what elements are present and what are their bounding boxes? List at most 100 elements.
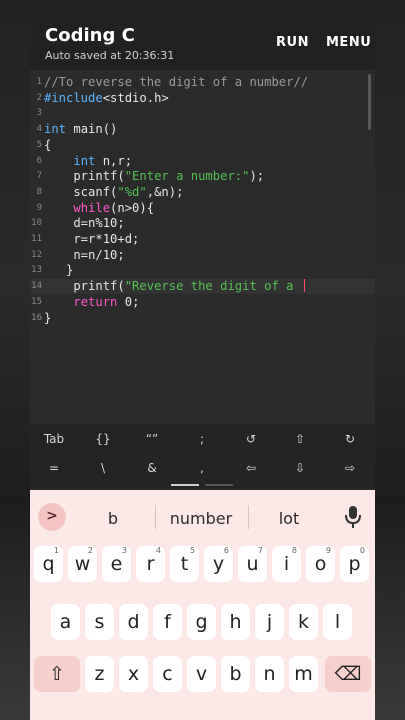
code-text: return 0;: [44, 295, 139, 310]
key-e[interactable]: e3: [102, 546, 131, 582]
symbol-key[interactable]: ↺: [227, 432, 275, 446]
symbol-key[interactable]: {}: [79, 432, 127, 446]
symbol-key[interactable]: ;: [178, 432, 226, 446]
code-line[interactable]: 15 return 0;: [30, 295, 375, 310]
line-number: 4: [36, 124, 42, 135]
key-d[interactable]: d: [119, 604, 148, 640]
line-number: 5: [36, 139, 42, 150]
key-m[interactable]: m: [289, 656, 318, 692]
code-token: "%d": [117, 184, 147, 199]
line-number: 14: [31, 281, 42, 292]
code-line[interactable]: 9 while(n>0){: [30, 201, 375, 216]
code-token: "Enter a number:": [124, 169, 250, 184]
key-hint: 7: [257, 546, 263, 555]
code-line[interactable]: 11 r=r*10+d;: [30, 232, 375, 247]
symbol-key[interactable]: ⇩: [276, 461, 324, 475]
code-line[interactable]: 1//To reverse the digit of a number//: [30, 75, 375, 90]
line-number: 13: [31, 265, 42, 276]
code-token: }: [44, 263, 74, 278]
key-j[interactable]: j: [255, 604, 284, 640]
code-token: #include: [44, 90, 103, 105]
suggestion-1[interactable]: b: [73, 509, 153, 528]
key-z[interactable]: z: [85, 656, 114, 692]
symbol-key[interactable]: Tab: [30, 432, 78, 446]
key-k[interactable]: k: [289, 604, 318, 640]
key-p[interactable]: p0: [340, 546, 369, 582]
run-button[interactable]: RUN: [276, 35, 309, 50]
symbol-key[interactable]: “”: [128, 432, 176, 446]
code-line[interactable]: 10 d=n%10;: [30, 216, 375, 231]
key-b[interactable]: b: [221, 656, 250, 692]
autosave-status: Auto saved at 20:36:31: [45, 49, 175, 62]
soft-keyboard: > b number lot q1w2e3r4t5y6u7i8o9p0 asdfg…: [30, 490, 375, 720]
key-r[interactable]: r4: [136, 546, 165, 582]
key-h[interactable]: h: [221, 604, 250, 640]
suggestion-3[interactable]: lot: [249, 509, 329, 528]
microphone-icon[interactable]: [345, 505, 361, 529]
code-token: int: [73, 153, 96, 168]
symbol-key[interactable]: ,: [178, 461, 226, 475]
symbol-key[interactable]: \: [79, 461, 127, 475]
line-number: 2: [36, 92, 42, 103]
key-v[interactable]: v: [187, 656, 216, 692]
line-number: 16: [31, 312, 42, 323]
key-a[interactable]: a: [51, 604, 80, 640]
key-c[interactable]: c: [153, 656, 182, 692]
code-line[interactable]: 3: [30, 106, 375, 121]
symbol-key[interactable]: &: [128, 461, 176, 475]
code-line[interactable]: 16}: [30, 311, 375, 326]
code-token: }: [44, 310, 52, 325]
code-line[interactable]: 7 printf("Enter a number:");: [30, 169, 375, 184]
key-l[interactable]: l: [323, 604, 352, 640]
symbol-bar: Tab{} “”; ↺ ⇧ ↻ = \ &, ⇦ ⇩ ⇨: [30, 424, 375, 488]
key-s[interactable]: s: [85, 604, 114, 640]
code-line[interactable]: 2 #include<stdio.h>: [30, 91, 375, 106]
key-f[interactable]: f: [153, 604, 182, 640]
code-line[interactable]: 4 int main(): [30, 122, 375, 137]
code-line[interactable]: 13 }: [30, 263, 375, 278]
shift-key[interactable]: ⇧: [34, 656, 80, 692]
key-hint: 1: [53, 546, 59, 555]
key-y[interactable]: y6: [204, 546, 233, 582]
symbol-key[interactable]: ⇨: [326, 461, 374, 475]
line-number: 7: [36, 171, 42, 182]
symbol-key[interactable]: ⇦: [227, 461, 275, 475]
key-u[interactable]: u7: [238, 546, 267, 582]
key-t[interactable]: t5: [170, 546, 199, 582]
code-token: n,r;: [95, 153, 133, 168]
expand-toolbar-icon[interactable]: >: [38, 503, 66, 531]
code-line[interactable]: 6 int n,r;: [30, 154, 375, 169]
key-q[interactable]: q1: [34, 546, 63, 582]
suggestion-2[interactable]: number: [161, 509, 241, 528]
symbol-key[interactable]: ↻: [326, 432, 374, 446]
code-text: {: [44, 138, 51, 153]
symbol-key[interactable]: ⇧: [276, 432, 324, 446]
symbol-key[interactable]: =: [30, 461, 78, 475]
code-token: printf(: [44, 279, 125, 294]
key-x[interactable]: x: [119, 656, 148, 692]
key-o[interactable]: o9: [306, 546, 335, 582]
code-text: scanf("%d",&n);: [44, 185, 183, 200]
code-text: printf("Enter a number:");: [44, 169, 264, 184]
key-g[interactable]: g: [187, 604, 216, 640]
code-editor[interactable]: 1//To reverse the digit of a number//2 #i…: [30, 70, 375, 426]
code-line[interactable]: 14 printf("Reverse the digit of a: [30, 279, 375, 295]
code-text: printf("Reverse the digit of a: [44, 279, 306, 294]
code-text: while(n>0){: [44, 201, 154, 216]
key-i[interactable]: i8: [272, 546, 301, 582]
code-line[interactable]: 8 scanf("%d",&n);: [30, 185, 375, 200]
key-n[interactable]: n: [255, 656, 284, 692]
code-token: d=n%10;: [44, 216, 125, 231]
code-line[interactable]: 12 n=n/10;: [30, 248, 375, 263]
code-text: //To reverse the digit of a number//: [44, 75, 308, 90]
line-number: 15: [31, 296, 42, 307]
menu-button[interactable]: MENU: [326, 35, 371, 50]
code-token: ,&n);: [146, 184, 184, 199]
backspace-key[interactable]: ⌫: [325, 656, 371, 692]
key-w[interactable]: w2: [68, 546, 97, 582]
code-line[interactable]: 5{: [30, 138, 375, 153]
line-number: 9: [36, 202, 42, 213]
line-number: 11: [31, 234, 42, 244]
